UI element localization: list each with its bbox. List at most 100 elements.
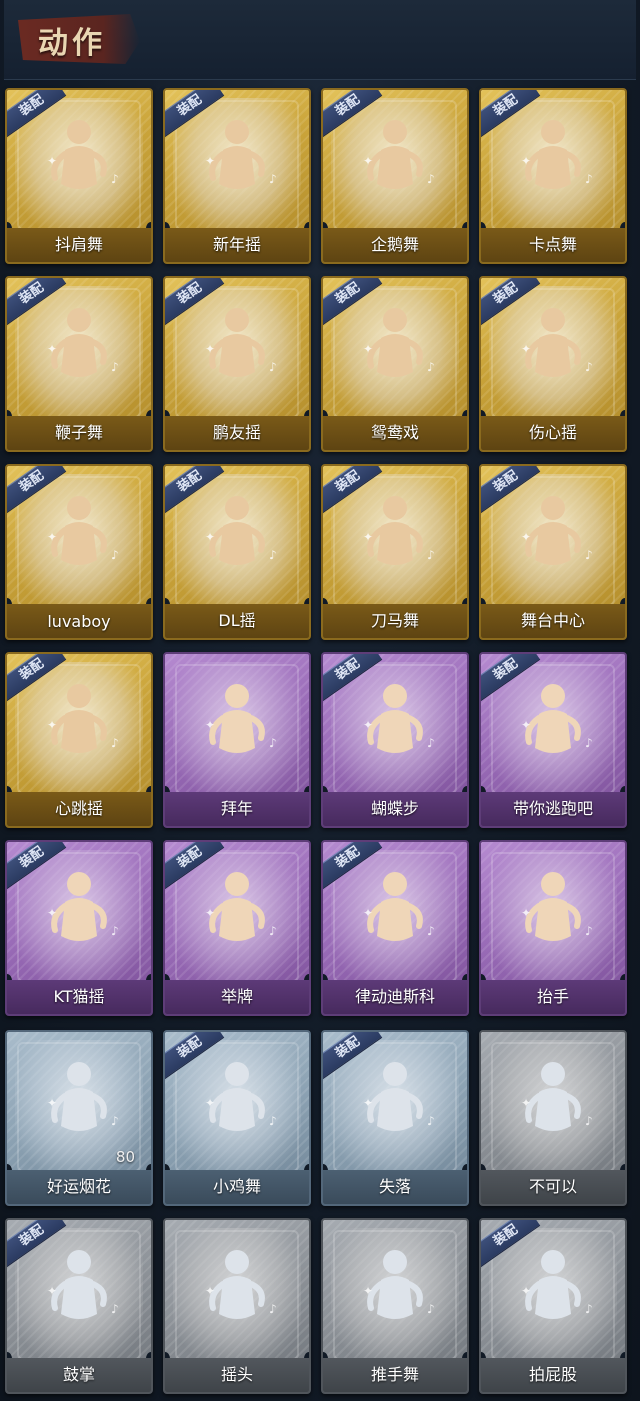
sparkle-icon: ✦: [363, 1096, 374, 1110]
sparkle-icon: ✦: [521, 1096, 532, 1110]
emote-name: 心跳摇: [54, 799, 103, 818]
emote-card[interactable]: ✦ ♪ 伤心摇 装配: [479, 276, 627, 452]
sparkle-icon: ✦: [205, 1096, 216, 1110]
emote-name: 推手舞: [370, 1365, 419, 1384]
sparkle-icon: ✦: [47, 342, 58, 356]
music-note-icon: ♪: [111, 1114, 119, 1128]
emote-card[interactable]: ✦ ♪ 好运烟花 80: [5, 1030, 153, 1206]
emote-name: 抬手: [536, 987, 569, 1006]
sparkle-icon: ✦: [47, 718, 58, 732]
music-note-icon: ♪: [427, 736, 435, 750]
music-note-icon: ♪: [111, 360, 119, 374]
emote-card[interactable]: ✦ ♪ luvaboy 装配: [5, 464, 153, 640]
emote-card[interactable]: ✦ ♪ 小鸡舞 装配: [163, 1030, 311, 1206]
emote-card[interactable]: ✦ ♪ 失落 装配: [321, 1030, 469, 1206]
emote-name: luvaboy: [47, 612, 111, 631]
header-bar: 动作: [4, 0, 636, 80]
emote-name: 鸳鸯戏: [370, 423, 419, 442]
emote-name: 新年摇: [212, 235, 261, 254]
sparkle-icon: ✦: [205, 530, 216, 544]
emote-card[interactable]: ✦ ♪ 举牌 装配: [163, 840, 311, 1016]
emote-card[interactable]: ✦ ♪ 抬手: [479, 840, 627, 1016]
emote-card[interactable]: ✦ ♪ 企鹅舞 装配: [321, 88, 469, 264]
sparkle-icon: ✦: [47, 1284, 58, 1298]
music-note-icon: ♪: [585, 924, 593, 938]
music-note-icon: ♪: [585, 172, 593, 186]
emote-card[interactable]: ✦ ♪ KT猫摇 装配: [5, 840, 153, 1016]
emote-name: 失落: [378, 1177, 411, 1196]
emote-name: 鹏友摇: [212, 423, 261, 442]
emote-card[interactable]: ✦ ♪ 鞭子舞 装配: [5, 276, 153, 452]
music-note-icon: ♪: [585, 360, 593, 374]
sparkle-icon: ✦: [363, 154, 374, 168]
emote-name: 不可以: [528, 1177, 577, 1196]
music-note-icon: ♪: [269, 172, 277, 186]
emote-name: KT猫摇: [53, 987, 105, 1006]
music-note-icon: ♪: [585, 736, 593, 750]
sparkle-icon: ✦: [521, 1284, 532, 1298]
sparkle-icon: ✦: [205, 342, 216, 356]
emote-card[interactable]: ✦ ♪ 卡点舞 装配: [479, 88, 627, 264]
music-note-icon: ♪: [427, 360, 435, 374]
music-note-icon: ♪: [427, 1302, 435, 1316]
music-note-icon: ♪: [427, 548, 435, 562]
music-note-icon: ♪: [269, 924, 277, 938]
emote-name: 拜年: [220, 799, 253, 818]
emote-card[interactable]: ✦ ♪ 鸳鸯戏 装配: [321, 276, 469, 452]
sparkle-icon: ✦: [205, 1284, 216, 1298]
emote-name: 律动迪斯科: [354, 987, 435, 1006]
music-note-icon: ♪: [427, 1114, 435, 1128]
emote-card[interactable]: ✦ ♪ 律动迪斯科 装配: [321, 840, 469, 1016]
emote-name: 抖肩舞: [54, 235, 103, 254]
emote-name: 卡点舞: [528, 235, 577, 254]
sparkle-icon: ✦: [521, 906, 532, 920]
sparkle-icon: ✦: [363, 906, 374, 920]
emote-card[interactable]: ✦ ♪ 鼓掌 装配: [5, 1218, 153, 1394]
emote-card[interactable]: ✦ ♪ 拜年: [163, 652, 311, 828]
emote-card[interactable]: ✦ ♪ 摇头: [163, 1218, 311, 1394]
sparkle-icon: ✦: [363, 1284, 374, 1298]
sparkle-icon: ✦: [205, 906, 216, 920]
emote-card[interactable]: ✦ ♪ 鹏友摇 装配: [163, 276, 311, 452]
emote-card[interactable]: ✦ ♪ 抖肩舞 装配: [5, 88, 153, 264]
emote-name: 好运烟花: [46, 1177, 111, 1196]
emote-card[interactable]: ✦ ♪ DL摇 装配: [163, 464, 311, 640]
emote-name: 摇头: [220, 1365, 253, 1384]
music-note-icon: ♪: [269, 736, 277, 750]
sparkle-icon: ✦: [521, 154, 532, 168]
sparkle-icon: ✦: [363, 530, 374, 544]
music-note-icon: ♪: [111, 1302, 119, 1316]
emote-card[interactable]: ✦ ♪ 不可以: [479, 1030, 627, 1206]
sparkle-icon: ✦: [47, 530, 58, 544]
emote-name: 鞭子舞: [54, 423, 103, 442]
music-note-icon: ♪: [427, 172, 435, 186]
music-note-icon: ♪: [269, 1302, 277, 1316]
emote-card[interactable]: ✦ ♪ 心跳摇 装配: [5, 652, 153, 828]
sparkle-icon: ✦: [47, 1096, 58, 1110]
sparkle-icon: ✦: [521, 342, 532, 356]
emote-name: 小鸡舞: [212, 1177, 261, 1196]
item-count: 80: [115, 1148, 135, 1166]
emote-card[interactable]: ✦ ♪ 新年摇 装配: [163, 88, 311, 264]
emote-card[interactable]: ✦ ♪ 刀马舞 装配: [321, 464, 469, 640]
emote-card[interactable]: ✦ ♪ 蝴蝶步 装配: [321, 652, 469, 828]
emote-card[interactable]: ✦ ♪ 舞台中心 装配: [479, 464, 627, 640]
music-note-icon: ♪: [111, 924, 119, 938]
sparkle-icon: ✦: [47, 906, 58, 920]
emote-name: 伤心摇: [528, 423, 577, 442]
sparkle-icon: ✦: [47, 154, 58, 168]
sparkle-icon: ✦: [205, 718, 216, 732]
emote-name: 刀马舞: [370, 611, 419, 630]
sparkle-icon: ✦: [363, 342, 374, 356]
emote-card[interactable]: ✦ ♪ 推手舞: [321, 1218, 469, 1394]
music-note-icon: ♪: [111, 172, 119, 186]
sparkle-icon: ✦: [363, 718, 374, 732]
emote-card[interactable]: ✦ ♪ 拍屁股 装配: [479, 1218, 627, 1394]
emote-card[interactable]: ✦ ♪ 带你逃跑吧 装配: [479, 652, 627, 828]
music-note-icon: ♪: [269, 1114, 277, 1128]
music-note-icon: ♪: [269, 548, 277, 562]
emote-name: 蝴蝶步: [370, 799, 419, 818]
page-title: 动作: [38, 26, 106, 61]
sparkle-icon: ✦: [205, 154, 216, 168]
music-note-icon: ♪: [111, 548, 119, 562]
